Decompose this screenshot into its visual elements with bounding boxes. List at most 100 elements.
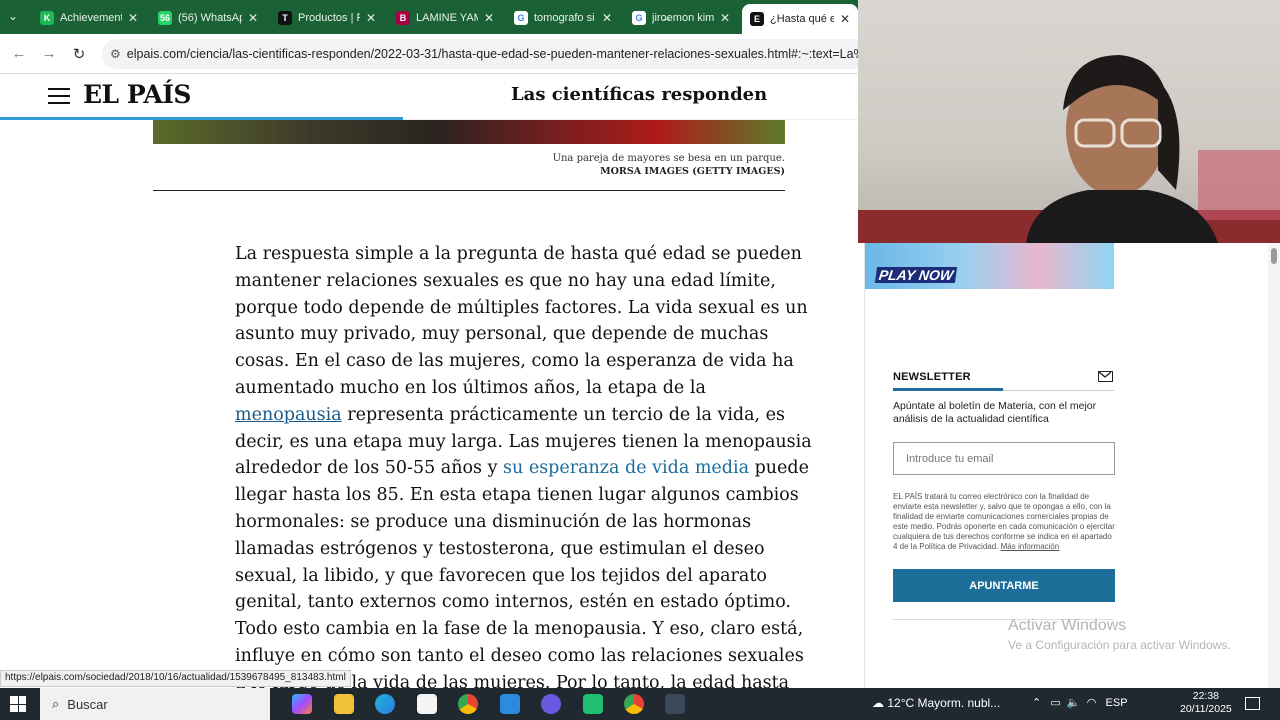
tab-close-icon[interactable]: ✕ [720,11,730,25]
menopausia-link[interactable]: menopausia [235,405,342,425]
article-line: La respuesta simple a la pregunta de has… [235,244,802,264]
browser-tab-bar: ⌄ K Achievements ✕ 56 (56) WhatsApp ✕ T Product… [0,0,858,34]
browser-tab[interactable]: T Productos | F ✕ [270,4,384,32]
taskbar-search[interactable]: ⌕ Buscar [40,688,270,720]
taskbar-search-label: Buscar [67,696,108,712]
article-line: llamadas estrógenos y testosterona, que … [235,538,765,559]
clock-time: 22:38 [1192,690,1220,702]
article-text: representa prácticamente un tercio de la… [341,404,786,425]
notification-icon[interactable] [1245,697,1260,710]
tab-search-chevron-icon[interactable]: ⌄ [8,9,18,23]
tab-close-icon[interactable]: ✕ [840,12,850,26]
search-icon: ⌕ [52,696,60,711]
reload-icon[interactable]: ↻ [64,45,94,63]
tab-title: Productos | F [298,12,360,24]
advertisement-banner[interactable]: PLAY NOW [864,243,1114,289]
article-line: mantener relaciones sexuales es que no h… [235,270,776,291]
battery-icon[interactable]: ▭ [1050,697,1060,709]
whatsapp-icon[interactable] [583,694,603,714]
article-line: alrededor de los 50-55 años y su esperan… [235,455,809,482]
weather-widget[interactable]: ☁ 12°C Mayorm. nubl... [872,696,1000,710]
photo-caption: Una pareja de mayores se besa en un parq… [553,152,785,178]
app-icon[interactable] [541,694,561,714]
clock-date: 20/11/2025 [1180,703,1232,715]
tab-favicon-icon: K [40,11,54,25]
browser-tab[interactable]: B LAMINE YAM ✕ [388,4,502,32]
tab-close-icon[interactable]: ✕ [248,11,258,25]
tab-favicon-icon: T [278,11,292,25]
newsletter-legal-text: EL PAÍS tratará tu correo electrónico co… [893,492,1118,552]
tab-title: jiro̶emon kim [652,12,714,24]
tray-chevron-icon[interactable]: ⌃ [1032,697,1041,709]
webcam-overlay [858,0,1280,243]
browser-toolbar: ← → ↻ ⚙ elpais.com/ciencia/las-cientific… [0,34,858,74]
browser-tab[interactable]: E ¿Hasta qué e ✕ [742,4,858,34]
copilot-icon[interactable] [292,694,312,714]
ad-play-now-label[interactable]: PLAY NOW [874,267,958,283]
envelope-icon [1098,371,1113,382]
article-text: puede [749,458,809,479]
calculator-icon[interactable] [665,694,685,714]
outlook-icon[interactable] [500,694,520,714]
back-icon[interactable]: ← [4,45,34,62]
watermark-title: Activar Windows [1008,617,1127,634]
edge-icon[interactable] [375,694,395,714]
watermark-subtitle: Ve a Configuración para activar Windows. [1008,638,1231,652]
email-field[interactable] [893,442,1115,475]
article-text: alrededor de los 50-55 años y [235,458,504,479]
weather-text: 12°C Mayorm. nubl... [887,696,1001,710]
scrollbar-thumb[interactable] [1271,248,1277,264]
link-status-url: https://elpais.com/sociedad/2018/10/16/a… [0,670,351,687]
article-line: llegar hasta los 85. En esta etapa tiene… [235,485,799,506]
system-tray[interactable]: ⌃ ▭ 🔈 ◠ ESP [1032,696,1128,709]
site-info-icon[interactable]: ⚙ [110,47,121,61]
tab-close-icon[interactable]: ✕ [366,11,376,25]
address-bar[interactable]: ⚙ elpais.com/ciencia/las-cientificas-res… [102,39,858,69]
tab-favicon-icon: G [632,11,646,25]
subscribe-button[interactable]: APUNTARME [893,569,1115,602]
tab-close-icon[interactable]: ✕ [484,11,494,25]
article-line: asunto muy privado, muy personal, que de… [235,324,769,345]
more-info-link[interactable]: Más información [1001,542,1060,551]
tab-title: LAMINE YAM [416,12,478,24]
tab-favicon-icon: B [396,11,410,25]
tab-favicon-icon: G [514,11,528,25]
tab-favicon-icon: 56 [158,11,172,25]
webcam-person-illustration [858,55,1280,243]
life-expectancy-link[interactable]: su esperanza de vida media [503,458,749,478]
tab-close-icon[interactable]: ✕ [128,11,138,25]
article-body: La respuesta simple a la pregunta de has… [235,241,812,697]
windows-activation-watermark: Activar Windows Ve a Configuración para … [1008,617,1231,652]
store-icon[interactable] [417,694,437,714]
file-explorer-icon[interactable] [334,694,354,714]
wifi-icon[interactable]: ◠ [1087,697,1097,709]
site-logo[interactable]: EL PAÍS [83,80,191,109]
browser-tab[interactable]: Gtomografo si ✕ [506,4,620,32]
browser-tab[interactable]: Gjiro̶emon kim ✕ [624,4,738,32]
photo-credit: MORSA IMAGES (GETTY IMAGES) [600,166,785,177]
site-header: EL PAÍS Las científicas responden [0,74,858,120]
language-indicator[interactable]: ESP [1106,697,1128,709]
section-title[interactable]: Las científicas responden [511,84,767,105]
article-line: influye en cómo son tanto el deseo como … [235,645,804,666]
article-line: hormonales: se produce una disminución d… [235,511,752,532]
article-line: cosas. En el caso de las mujeres, como l… [235,351,794,372]
browser-tab[interactable]: K Achievements ✕ [32,4,146,32]
newsletter-title: NEWSLETTER [893,371,971,383]
article-line: sexual, la libido, y que favorecen que l… [235,565,767,586]
browser-tab[interactable]: 56 (56) WhatsApp ✕ [150,4,266,32]
chrome-active-icon[interactable] [624,694,644,714]
caption-divider [153,190,785,191]
sidebar-divider [864,243,865,688]
system-clock[interactable]: 22:38 20/11/2025 [1180,690,1232,716]
hamburger-menu-icon[interactable] [48,88,70,104]
forward-icon[interactable]: → [34,45,64,62]
speaker-icon[interactable]: 🔈 [1067,697,1081,709]
tab-title: Achievements [60,12,122,24]
weather-icon: ☁ [872,696,888,710]
windows-start-icon[interactable] [10,696,26,712]
url-text: elpais.com/ciencia/las-cientificas-respo… [126,47,858,61]
page-scrollbar[interactable] [1268,243,1280,688]
chrome-icon[interactable] [458,694,478,714]
tab-close-icon[interactable]: ✕ [602,11,612,25]
